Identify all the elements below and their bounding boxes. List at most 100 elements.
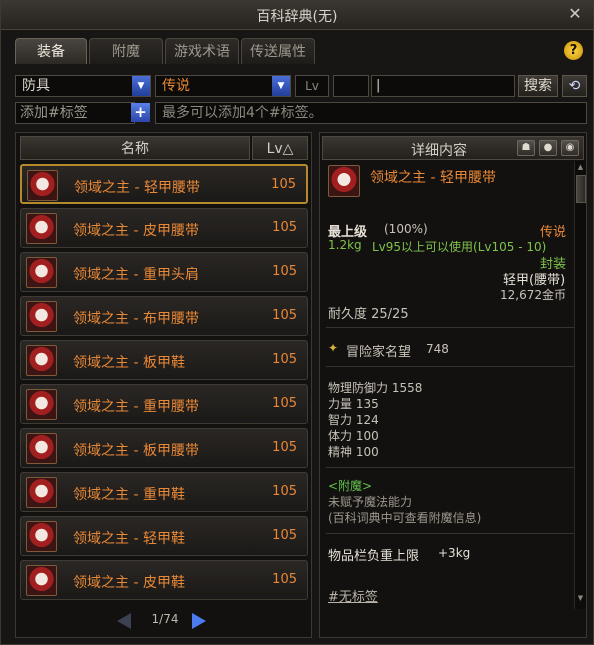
scroll-down-icon[interactable]: ▼	[576, 593, 585, 604]
carry-limit-value: +3kg	[438, 546, 471, 560]
fame-icon: ✦	[328, 341, 339, 355]
item-name: 领域之主 - 重甲鞋	[73, 487, 185, 503]
tab-game-terms[interactable]: 游戏术语	[165, 38, 239, 64]
help-icon[interactable]: ?	[564, 41, 583, 60]
level-label: Lv	[295, 75, 329, 97]
item-weight: 1.2kg	[328, 238, 362, 252]
category-select-value: 防具	[22, 78, 50, 94]
stat-line: 力量 135	[328, 397, 379, 411]
search-input[interactable]: |	[371, 75, 515, 97]
divider	[326, 533, 576, 534]
prev-page-icon[interactable]	[117, 613, 131, 629]
rarity-select[interactable]: 传说 ▼	[155, 75, 291, 97]
list-item[interactable]: 领域之主 - 板甲鞋 105	[20, 340, 308, 380]
tab-teleport-attributes[interactable]: 传送属性	[241, 38, 315, 64]
column-header-name[interactable]: 名称	[20, 136, 250, 160]
enchant-status: 未赋予魔法能力	[328, 495, 413, 509]
tab-bar: 装备 附魔 游戏术语 传送属性 ?	[1, 33, 593, 67]
item-name: 领域之主 - 皮甲腰带	[73, 223, 199, 239]
list-item[interactable]: 领域之主 - 重甲头肩 105	[20, 252, 308, 292]
item-level: 105	[272, 440, 297, 455]
refresh-icon[interactable]: ⟲	[562, 75, 587, 97]
item-detail-panel: 详细内容 ☗ ● ◉ 领域之主 - 轻甲腰带 最上级 (100%) 传说 1.2…	[319, 132, 587, 638]
tag-hint: 最多可以添加4个#标签。	[155, 102, 587, 124]
fame-value: 748	[426, 342, 449, 356]
item-level: 105	[271, 177, 296, 192]
belt-icon	[26, 433, 57, 464]
next-page-icon[interactable]	[192, 613, 206, 629]
shoulder-icon	[26, 257, 57, 288]
stat-line: 物理防御力 1558	[328, 381, 423, 395]
enchant-title: <附魔>	[328, 479, 373, 493]
list-item[interactable]: 领域之主 - 重甲腰带 105	[20, 384, 308, 424]
item-level: 105	[272, 484, 297, 499]
boots-icon	[26, 565, 57, 596]
window-title: 百科辞典(无)	[256, 9, 338, 25]
tag-input[interactable]: 添加#标签	[15, 102, 135, 124]
carry-limit-label: 物品栏负重上限	[328, 549, 420, 564]
scroll-thumb[interactable]	[576, 175, 586, 203]
boots-icon	[26, 477, 57, 508]
enchant-note: (百科词典中可查看附魔信息)	[328, 511, 482, 525]
item-name: 领域之主 - 布甲腰带	[73, 311, 199, 327]
item-name: 领域之主 - 皮甲鞋	[73, 575, 185, 591]
item-name: 领域之主 - 重甲头肩	[73, 267, 199, 283]
item-level: 105	[272, 528, 297, 543]
list-item[interactable]: 领域之主 - 皮甲腰带 105	[20, 208, 308, 248]
list-header: 名称 Lv△	[20, 136, 308, 160]
column-header-level[interactable]: Lv△	[252, 136, 308, 160]
divider	[326, 467, 576, 468]
detail-header: 详细内容 ☗ ● ◉	[322, 136, 584, 160]
belt-icon	[26, 213, 57, 244]
search-button[interactable]: 搜索	[518, 75, 558, 97]
belt-icon	[26, 301, 57, 332]
detail-item-name: 领域之主 - 轻甲腰带	[370, 170, 496, 186]
item-grade-percent: (100%)	[384, 222, 428, 236]
wardrobe-icon[interactable]: ☗	[517, 140, 535, 156]
item-level: 105	[272, 396, 297, 411]
title-bar[interactable]: 百科辞典(无) ✕	[1, 1, 593, 30]
list-item[interactable]: 领域之主 - 板甲腰带 105	[20, 428, 308, 468]
no-tag-link[interactable]: #无标签	[328, 586, 378, 605]
item-name: 领域之主 - 板甲鞋	[73, 355, 185, 371]
belt-icon	[328, 165, 360, 197]
item-name: 领域之主 - 轻甲鞋	[73, 531, 185, 547]
belt-icon	[27, 170, 58, 201]
encyclopedia-window: 百科辞典(无) ✕ 装备 附魔 游戏术语 传送属性 ? 防具 ▼ 传说 ▼ Lv…	[0, 0, 594, 645]
list-item[interactable]: 领域之主 - 轻甲鞋 105	[20, 516, 308, 556]
pagination: 1/74	[16, 610, 313, 632]
list-item[interactable]: 领域之主 - 重甲鞋 105	[20, 472, 308, 512]
eye-icon[interactable]: ◉	[561, 140, 579, 156]
fame-label: 冒险家名望	[346, 345, 412, 360]
list-item[interactable]: 领域之主 - 轻甲腰带 105	[20, 164, 308, 204]
item-durability: 耐久度 25/25	[328, 307, 409, 322]
filter-bar: 防具 ▼ 传说 ▼ Lv | 搜索 ⟲	[15, 75, 587, 97]
detail-content[interactable]: 领域之主 - 轻甲腰带 最上级 (100%) 传说 1.2kg Lv95以上可以…	[320, 161, 586, 609]
item-name: 领域之主 - 轻甲腰带	[74, 180, 200, 196]
scroll-up-icon[interactable]: ▲	[576, 162, 585, 173]
list-item[interactable]: 领域之主 - 皮甲鞋 105	[20, 560, 308, 600]
level-input[interactable]	[333, 75, 369, 97]
chevron-down-icon: ▼	[272, 76, 290, 96]
stat-line: 精神 100	[328, 445, 379, 459]
close-button[interactable]: ✕	[565, 4, 585, 24]
chevron-down-icon: ▼	[132, 76, 150, 96]
tab-enchant[interactable]: 附魔	[89, 38, 163, 64]
item-name: 领域之主 - 板甲腰带	[73, 443, 199, 459]
item-level: 105	[272, 220, 297, 235]
category-select[interactable]: 防具 ▼	[15, 75, 151, 97]
list-item[interactable]: 领域之主 - 布甲腰带 105	[20, 296, 308, 336]
boots-icon	[26, 345, 57, 376]
tab-equipment[interactable]: 装备	[15, 38, 87, 64]
item-level-requirement: Lv95以上可以使用(Lv105 - 10)	[372, 240, 547, 254]
add-tag-button[interactable]: +	[131, 103, 150, 122]
item-name: 领域之主 - 重甲腰带	[73, 399, 199, 415]
rarity-select-value: 传说	[162, 78, 190, 94]
detail-title: 详细内容	[411, 143, 467, 159]
gear-icon[interactable]: ●	[539, 140, 557, 156]
detail-scrollbar[interactable]: ▲ ▼	[574, 161, 586, 609]
item-level: 105	[272, 572, 297, 587]
divider	[326, 327, 576, 328]
divider	[326, 366, 576, 367]
tag-bar: 添加#标签 + 最多可以添加4个#标签。	[15, 102, 587, 124]
